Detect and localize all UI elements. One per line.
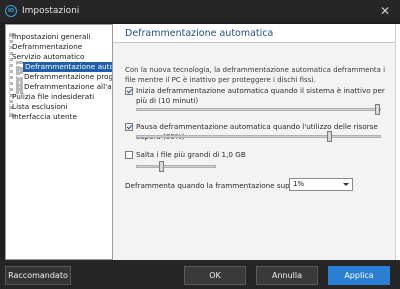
- iobit-logo-icon: IO: [5, 5, 17, 17]
- sidebar-item-scheduled-defrag[interactable]: Deframmentazione program: [24, 72, 112, 82]
- sidebar-item-user-interface[interactable]: Interfaccia utente: [12, 112, 77, 122]
- file-size-slider-thumb[interactable]: [159, 161, 164, 172]
- cancel-button[interactable]: Annulla: [256, 266, 318, 285]
- resource-usage-slider[interactable]: [136, 131, 381, 142]
- pause-defrag-label: Pausa deframmentazione automatica quando…: [136, 122, 378, 141]
- page-title: Deframmentazione automatica: [125, 28, 274, 39]
- tree-connector: [16, 67, 23, 71]
- window-title: Impostazioni: [22, 6, 80, 16]
- idle-time-slider[interactable]: [136, 104, 381, 115]
- close-icon[interactable]: ✕: [378, 4, 392, 18]
- sidebar-item-auto-service[interactable]: Servizio automatico: [12, 52, 84, 62]
- apply-button[interactable]: Applica: [328, 266, 390, 285]
- recommended-button[interactable]: Raccomandato: [5, 266, 71, 285]
- panel-header: Deframmentazione automatica: [113, 24, 395, 43]
- panel-edge: [395, 24, 400, 260]
- title-bar: IO Impostazioni ✕: [0, 0, 400, 22]
- file-size-slider[interactable]: [136, 161, 216, 172]
- app-icon-text: IO: [7, 8, 15, 14]
- fragmentation-threshold-select[interactable]: 1%: [289, 178, 353, 191]
- sidebar-item-boot-defrag[interactable]: Deframmentazione all'avvio: [24, 82, 112, 92]
- settings-tree: Impostazioni generali Deframmentazione S…: [5, 24, 113, 260]
- idle-defrag-checkbox[interactable]: [125, 87, 133, 95]
- sidebar-item-auto-defrag[interactable]: Deframmentazione automat: [23, 62, 112, 72]
- resource-usage-slider-thumb[interactable]: [327, 131, 332, 142]
- ok-button[interactable]: OK: [184, 266, 246, 285]
- tree-connector: [16, 61, 20, 87]
- skip-large-files-checkbox[interactable]: [125, 151, 133, 159]
- fragmentation-threshold-label: Deframmenta quando la frammentazione sup…: [125, 181, 311, 190]
- chevron-down-icon: [343, 183, 349, 186]
- idle-time-slider-thumb[interactable]: [375, 104, 380, 115]
- idle-defrag-label: Inizia deframmentazione automatica quand…: [136, 86, 385, 105]
- option-skip-large-files: Salta i file più grandi di 1,0 GB: [125, 150, 398, 160]
- option-idle-defrag: Inizia deframmentazione automatica quand…: [125, 86, 398, 105]
- sidebar-item-defrag[interactable]: Deframmentazione: [12, 42, 82, 52]
- tree-connector: [16, 77, 23, 81]
- sidebar-item-exclusion-list[interactable]: Lista esclusioni: [12, 102, 67, 112]
- sidebar-item-junk-cleanup[interactable]: Pulizia file indesiderati: [12, 92, 94, 102]
- description-text: Con la nuova tecnologia, la deframmentaz…: [125, 66, 386, 84]
- pause-defrag-checkbox[interactable]: [125, 123, 133, 131]
- settings-panel: Deframmentazione automatica Con la nuova…: [113, 24, 400, 260]
- threshold-value: 1%: [293, 180, 305, 188]
- tree-connector: [16, 87, 23, 91]
- skip-large-files-label: Salta i file più grandi di 1,0 GB: [136, 150, 246, 159]
- option-pause-defrag: Pausa deframmentazione automatica quando…: [125, 122, 398, 141]
- sidebar-item-general-settings[interactable]: Impostazioni generali: [12, 32, 91, 42]
